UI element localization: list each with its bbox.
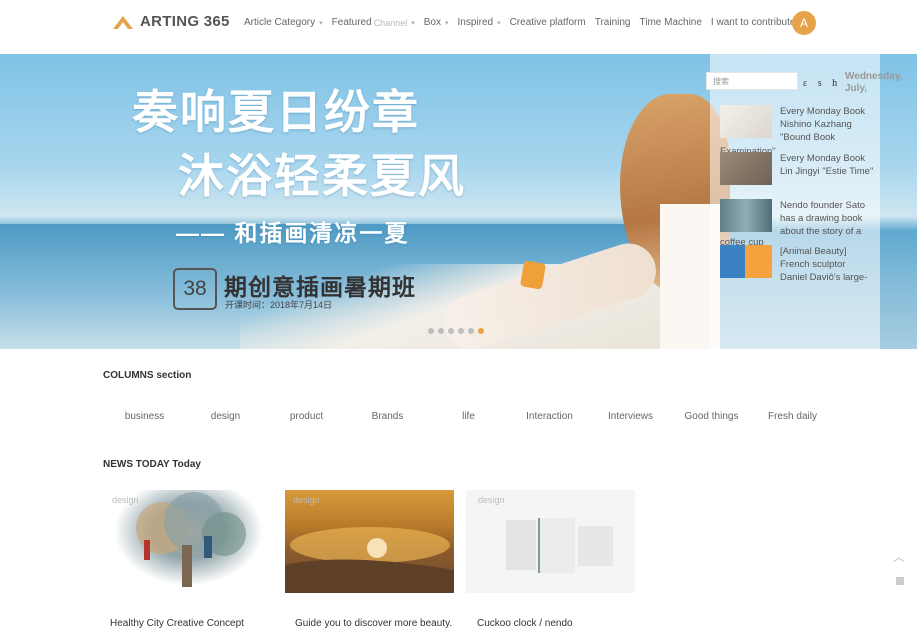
chevron-down-icon: ▾: [319, 19, 323, 27]
clock-object-art: [538, 518, 575, 573]
column-item[interactable]: Good things: [671, 411, 752, 422]
article-title: Every Monday Book Lin Jingyi "Estie Time…: [780, 153, 874, 177]
news-card-image: [466, 490, 635, 593]
nav-box[interactable]: Box ▾: [424, 17, 449, 28]
columns-section-title: COLUMNS section: [103, 370, 192, 381]
carousel-dot[interactable]: [458, 328, 464, 334]
chevron-down-icon: ▾: [444, 19, 449, 27]
column-item[interactable]: life: [428, 411, 509, 422]
column-item[interactable]: Brands: [347, 411, 428, 422]
site-logo[interactable]: ARTING 365: [112, 13, 230, 30]
news-card-title[interactable]: Cuckoo clock / nendo: [477, 618, 573, 629]
logo-text: ARTING 365: [140, 13, 230, 30]
banner-title-line2: 沐浴轻柔夏风: [178, 150, 466, 202]
nav-featured[interactable]: Featured Channel ▾: [332, 17, 415, 28]
clock-object-art: [506, 520, 536, 570]
news-card-image: [104, 490, 273, 593]
news-card-tag: design: [293, 495, 320, 505]
nav-label: Time Machine: [639, 17, 702, 28]
nav-article-category[interactable]: Article Category ▾: [244, 17, 323, 28]
user-avatar[interactable]: A: [792, 11, 816, 35]
column-item[interactable]: product: [266, 411, 347, 422]
article-thumbnail: [720, 105, 772, 138]
nav-label: I want to contribute: [710, 17, 796, 28]
article-title: [Animal Beauty] French sculptor Daniel D…: [780, 246, 868, 283]
nav-training[interactable]: Training: [595, 17, 631, 28]
nav-label: Inspired: [457, 17, 494, 28]
site-header: ARTING 365 Article Category ▾ Featured C…: [0, 0, 917, 55]
news-card-image: [285, 490, 454, 593]
nav-label: Featured: [331, 17, 372, 28]
chevron-down-icon: ▾: [411, 19, 415, 27]
article-thumbnail: [720, 245, 772, 278]
desert-scene-art: [285, 527, 454, 593]
search-input[interactable]: 搜索: [706, 72, 798, 90]
city-tree-art: [136, 492, 246, 587]
carousel-dot[interactable]: [448, 328, 454, 334]
news-card-title[interactable]: Healthy City Creative Concept: [110, 618, 244, 629]
carousel-dot[interactable]: [478, 328, 484, 334]
nav-time-machine[interactable]: Time Machine: [639, 17, 701, 28]
main-nav: Article Category ▾ Featured Channel ▾ Bo…: [244, 17, 804, 28]
column-item[interactable]: design: [185, 411, 266, 422]
nav-sub-label: Channel: [373, 17, 408, 28]
article-thumbnail: [720, 152, 772, 185]
issue-title: 期创意插画暑期班: [224, 274, 416, 300]
side-date: Wednesday, July,: [845, 71, 903, 94]
column-item[interactable]: Interviews: [590, 411, 671, 422]
nav-contribute[interactable]: I want to contribute: [711, 17, 796, 28]
column-item[interactable]: Interaction: [509, 411, 590, 422]
column-item[interactable]: Fresh daily: [752, 411, 833, 422]
side-glyphs: ε s h: [803, 78, 842, 89]
columns-list: business design product Brands life Interacti…: [104, 411, 833, 422]
logo-mark-icon: [113, 15, 133, 29]
news-card-tag: design: [112, 495, 139, 505]
article-title: Nendo founder Sato has a drawing book ab…: [780, 200, 866, 237]
clock-object-art: [578, 526, 613, 566]
issue-date: 开课时间：2018年7月14日: [225, 300, 333, 310]
nav-inspired[interactable]: Inspired ▾: [457, 17, 500, 28]
banner-title-line1: 奏响夏日纷章: [132, 86, 420, 138]
article-thumbnail: [720, 199, 772, 232]
nav-creative-platform[interactable]: Creative platform: [510, 17, 586, 28]
nav-label: Box: [423, 17, 441, 28]
news-section-title: NEWS TODAY Today: [103, 459, 201, 470]
news-card-tag: design: [478, 495, 505, 505]
carousel-dot[interactable]: [428, 328, 434, 334]
qr-icon[interactable]: [896, 577, 904, 585]
carousel-dots: [428, 328, 484, 334]
issue-number-badge: 38: [173, 268, 217, 310]
chevron-down-icon: ▾: [497, 19, 501, 27]
banner-title-line3: —— 和插画清凉一夏: [176, 220, 410, 246]
nav-label: Article Category: [244, 17, 316, 28]
banner-bracelet-art: [519, 260, 547, 290]
carousel-dot[interactable]: [468, 328, 474, 334]
column-item[interactable]: business: [104, 411, 185, 422]
nav-label: Creative platform: [509, 17, 586, 28]
nav-label: Training: [594, 17, 631, 28]
carousel-dot[interactable]: [438, 328, 444, 334]
article-title: Every Monday Book Nishino Kazhang "Bound…: [780, 106, 866, 143]
chevron-up-icon[interactable]: ︿: [893, 548, 905, 565]
news-card-title[interactable]: Guide you to discover more beauty.: [295, 618, 452, 629]
